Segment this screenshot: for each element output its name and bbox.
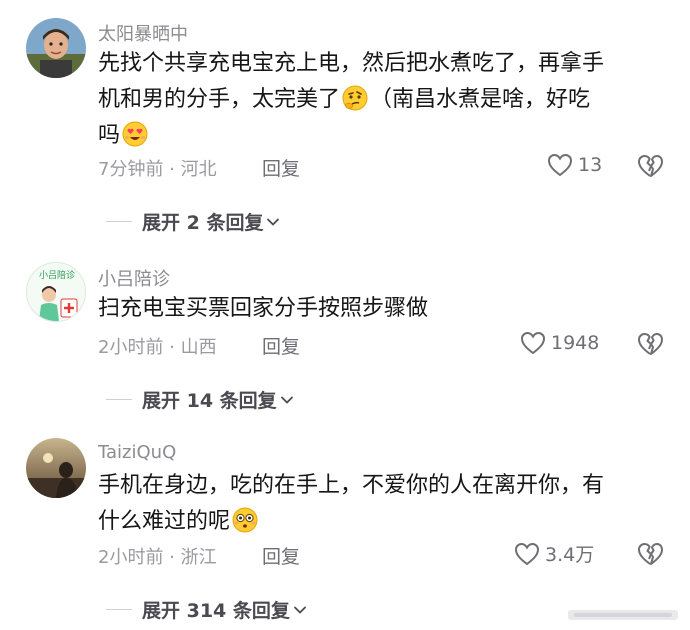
broken-heart-icon	[638, 543, 663, 565]
expand-divider-line	[106, 221, 132, 222]
comment-meta: 2小时前 · 浙江	[98, 547, 217, 568]
heart-outline-icon	[547, 153, 573, 177]
expand-replies-button[interactable]: 展开 314 条回复	[106, 596, 307, 623]
chevron-down-icon	[293, 606, 306, 614]
like-count: 3.4万	[545, 544, 595, 566]
avatar[interactable]: 小吕陪诊	[26, 262, 86, 322]
comment-text-line: 什么难过的呢	[98, 509, 231, 534]
heart-eyes-emoji-icon	[122, 121, 148, 147]
dislike-button[interactable]	[636, 330, 664, 358]
comment-username[interactable]: 太阳暴晒中	[98, 20, 188, 46]
comment-text-line: 扫充电宝买票回家分手按照步骤做	[98, 296, 429, 321]
comment-text: 手机在身边，吃的在手上，不爱你的人在离开你，有 什么难过的呢	[98, 468, 678, 540]
expand-replies-button[interactable]: 展开 14 条回复	[106, 386, 294, 413]
comment-meta: 2小时前 · 山西	[98, 337, 217, 358]
like-button[interactable]: 13	[546, 152, 602, 178]
comment-text: 先找个共享充电宝充上电，然后把水煮吃了，再拿手 机和男的分手，太完美了 （南昌水…	[98, 46, 678, 154]
like-count: 13	[578, 154, 603, 176]
expand-replies-label: 展开 14 条回复	[142, 390, 277, 412]
dislike-button[interactable]	[636, 540, 664, 568]
heart-outline-icon	[520, 331, 546, 355]
expand-divider-line	[106, 399, 132, 400]
like-button[interactable]: 1948	[519, 330, 599, 356]
chevron-down-icon	[280, 396, 293, 404]
like-count: 1948	[551, 332, 600, 354]
comment-username[interactable]: TaiziQuQ	[98, 442, 176, 463]
comment-text-line: 手机在身边，吃的在手上，不爱你的人在离开你，有	[98, 473, 605, 498]
avatar[interactable]	[26, 438, 86, 498]
heart-outline-icon	[514, 542, 540, 565]
reply-button[interactable]: 回复	[262, 542, 300, 569]
expand-divider-line	[106, 609, 132, 610]
broken-heart-icon	[638, 155, 663, 177]
flushed-face-emoji-icon	[232, 507, 258, 533]
dislike-button[interactable]	[636, 152, 664, 180]
chevron-down-icon	[267, 218, 280, 226]
reply-button[interactable]: 回复	[262, 332, 300, 359]
expand-replies-label: 展开 2 条回复	[142, 212, 264, 234]
expand-replies-label: 展开 314 条回复	[142, 600, 290, 622]
comment-text-line: 机和男的分手，太完美了	[98, 87, 341, 112]
comment-text-line: 先找个共享充电宝充上电，然后把水煮吃了，再拿手	[98, 51, 605, 76]
like-button[interactable]: 3.4万	[513, 540, 594, 567]
comment-meta: 7分钟前 · 河北	[98, 159, 217, 180]
watermark-logo	[568, 610, 678, 620]
comment-text-line: 吗	[98, 123, 121, 148]
expand-replies-button[interactable]: 展开 2 条回复	[106, 208, 280, 235]
avatar[interactable]	[26, 18, 86, 78]
broken-heart-icon	[638, 333, 663, 355]
comment-username[interactable]: 小吕陪诊	[98, 265, 170, 291]
comment-text: 扫充电宝买票回家分手按照步骤做	[98, 291, 678, 327]
avatar-logo-text: 小吕陪诊	[39, 269, 75, 281]
comment-text-line: （南昌水煮是啥，好吃	[370, 87, 591, 112]
thinking-face-emoji-icon	[342, 85, 368, 111]
reply-button[interactable]: 回复	[262, 154, 300, 181]
